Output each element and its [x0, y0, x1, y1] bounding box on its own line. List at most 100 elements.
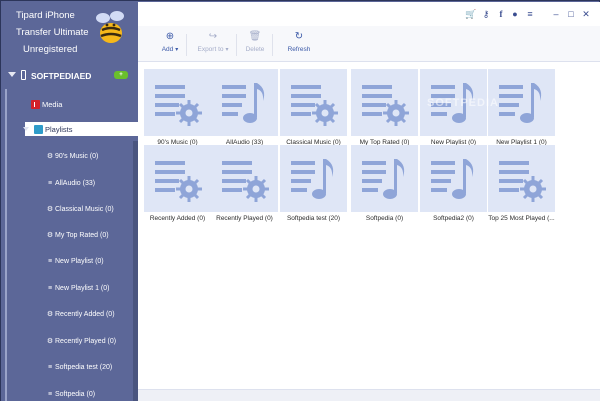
sidebar: Tipard iPhone Transfer Ultimate Unregist… — [1, 1, 138, 401]
minimize-icon[interactable]: – — [551, 9, 561, 19]
facebook-icon[interactable]: f — [496, 9, 506, 19]
smart-playlist-icon — [144, 69, 211, 136]
add-icon: ⊕ — [165, 31, 175, 42]
playlist-tile[interactable]: Recently Added (0) — [144, 145, 211, 223]
status-bar — [138, 389, 600, 401]
sidebar-playlist-item[interactable]: ⚙ Classical Music (0) — [46, 203, 114, 215]
sidebar-playlist-item[interactable]: ≡ Softpedia test (20) — [46, 361, 112, 373]
bee-logo-icon — [96, 11, 124, 43]
sidebar-item-label: Media — [42, 99, 63, 109]
sidebar-playlist-item[interactable]: ⚙ My Top Rated (0) — [46, 229, 109, 241]
smart-playlist-icon — [488, 145, 555, 212]
playlist-tile-label: Top 25 Most Played (... — [488, 215, 555, 222]
music-playlist-icon — [280, 145, 347, 212]
close-icon[interactable]: ✕ — [581, 9, 591, 19]
sidebar-playlist-label: New Playlist (0) — [55, 257, 104, 265]
sidebar-playlist-item[interactable]: ≡ AllAudio (33) — [46, 177, 95, 189]
playlist-tile[interactable]: Softpedia (0) — [351, 145, 418, 223]
refresh-label: Refresh — [287, 46, 311, 53]
toolbar-divider — [236, 34, 237, 56]
music-playlist-icon — [351, 145, 418, 212]
cart-icon[interactable]: 🛒 — [465, 9, 476, 19]
add-button[interactable]: ⊕ Add ▾ — [150, 31, 190, 59]
tree-connector — [5, 89, 7, 401]
menu-icon[interactable]: ≡ — [525, 9, 535, 19]
sidebar-playlist-label: AllAudio (33) — [55, 179, 96, 187]
music-note-icon — [31, 99, 40, 109]
playlist-tile[interactable]: Classical Music (0) — [280, 69, 347, 147]
sidebar-item-playlists[interactable]: Playlists — [23, 122, 138, 136]
playlist-tile-label: Recently Played (0) — [216, 215, 273, 222]
dropdown-arrow-icon[interactable]: ▾ — [226, 47, 229, 53]
playlist-tile-label: Softpedia test (20) — [286, 215, 341, 222]
app-window: Tipard iPhone Transfer Ultimate Unregist… — [0, 0, 600, 401]
sidebar-playlist-label: Recently Added (0) — [55, 310, 115, 318]
playlist-icon: ≡ — [47, 179, 53, 187]
delete-label: Delete — [245, 46, 265, 53]
sidebar-playlist-item[interactable]: ≡ New Playlist 1 (0) — [46, 282, 110, 294]
export-button[interactable]: ↪ Export to ▾ — [191, 31, 235, 59]
playlist-icon: ≡ — [47, 257, 53, 265]
add-label: Add — [161, 46, 174, 53]
key-icon[interactable]: ⚷ — [481, 9, 491, 19]
smart-playlist-icon — [144, 145, 211, 212]
sidebar-playlist-item[interactable]: ⚙ Recently Played (0) — [46, 335, 116, 347]
sidebar-playlist-label: My Top Rated (0) — [55, 231, 109, 239]
music-playlist-icon — [420, 145, 487, 212]
expand-arrow-icon[interactable] — [23, 127, 29, 131]
sidebar-playlist-item[interactable]: ≡ New Playlist (0) — [46, 255, 104, 267]
sidebar-item-label: Playlists — [45, 124, 73, 134]
playlist-tile-label: Softpedia (0) — [365, 215, 404, 222]
gear-icon: ⚙ — [46, 338, 54, 345]
gear-icon: ⚙ — [46, 153, 54, 160]
playlist-tile[interactable]: My Top Rated (0) — [351, 69, 418, 147]
sidebar-playlist-item[interactable]: ⚙ 90's Music (0) — [46, 150, 99, 162]
playlist-tile[interactable]: 90's Music (0) — [144, 69, 211, 147]
playlist-icon: ≡ — [47, 284, 53, 292]
sidebar-playlist-item[interactable]: ≡ Softpedia (0) — [46, 388, 95, 400]
sidebar-playlist-label: Softpedia test (20) — [55, 363, 113, 371]
phone-icon — [21, 70, 26, 80]
smart-playlist-icon — [280, 69, 347, 136]
sidebar-playlist-label: Recently Played (0) — [55, 337, 117, 345]
playlist-tile[interactable]: Top 25 Most Played (... — [488, 145, 555, 223]
smart-playlist-icon — [351, 69, 418, 136]
device-node[interactable]: SOFTPEDIAED + — [1, 67, 138, 85]
app-title-line2: Transfer Ultimate — [16, 27, 89, 38]
app-title-line1: Tipard iPhone — [16, 10, 75, 21]
app-brand: Tipard iPhone Transfer Ultimate Unregist… — [1, 1, 138, 63]
maximize-icon[interactable]: □ — [566, 9, 576, 19]
playlist-tile[interactable]: Softpedia test (20) — [280, 145, 347, 223]
watermark: SOFTPEDIA — [427, 97, 499, 109]
expand-arrow-icon[interactable] — [8, 72, 16, 77]
smart-playlist-icon — [211, 145, 278, 212]
sidebar-playlist-item[interactable]: ⚙ Recently Added (0) — [46, 308, 115, 320]
device-name: SOFTPEDIAED — [31, 71, 92, 81]
sidebar-playlist-label: New Playlist 1 (0) — [55, 284, 110, 292]
sidebar-playlist-label: 90's Music (0) — [55, 152, 99, 160]
refresh-button[interactable]: ↻ Refresh — [281, 31, 317, 59]
playlist-tile[interactable]: Recently Played (0) — [211, 145, 278, 223]
playlist-grid: 90's Music (0) AllAudio (33) Classical Mus… — [138, 64, 600, 389]
registration-status: Unregistered — [23, 44, 78, 55]
music-playlist-icon — [211, 69, 278, 136]
refresh-icon: ↻ — [294, 31, 304, 42]
export-label: Export to — [197, 46, 224, 53]
main-panel: 🛒 ⚷ f ● ≡ – □ ✕ ⊕ Add ▾ ↪ Export to ▾ 🗑 De… — [138, 2, 600, 401]
trash-icon: 🗑 — [248, 31, 262, 42]
playlist-icon: ≡ — [47, 390, 53, 398]
playlist-icon — [34, 124, 43, 134]
dropdown-arrow-icon[interactable]: ▾ — [175, 47, 178, 53]
toolbar-divider — [272, 34, 273, 56]
playlist-tile[interactable]: Softpedia2 (0) — [420, 145, 487, 223]
sidebar-playlist-label: Classical Music (0) — [55, 205, 114, 213]
sidebar-playlist-label: Softpedia (0) — [55, 390, 96, 398]
playlist-tile[interactable]: AllAudio (33) — [211, 69, 278, 147]
chat-icon[interactable]: ● — [510, 9, 520, 19]
delete-button[interactable]: 🗑 Delete — [239, 31, 271, 59]
export-icon: ↪ — [208, 31, 218, 42]
playlist-icon: ≡ — [47, 363, 53, 371]
gear-icon: ⚙ — [46, 311, 54, 318]
toolbar-divider — [186, 34, 187, 56]
sidebar-item-media[interactable]: Media — [31, 97, 62, 111]
